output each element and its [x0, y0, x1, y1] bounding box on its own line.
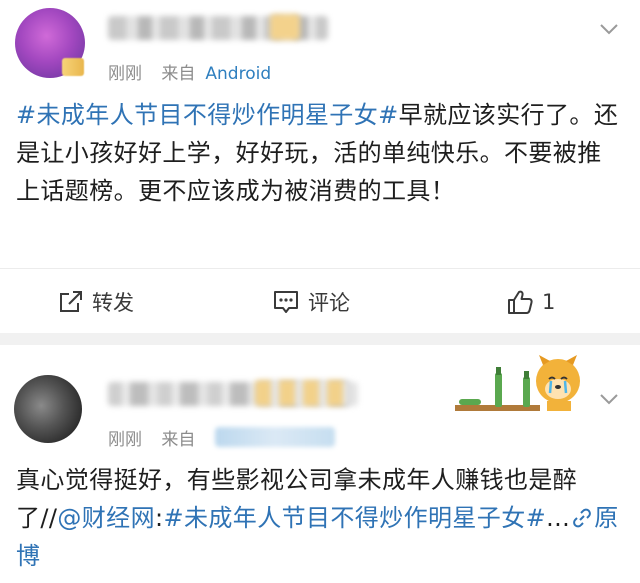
repost-label: 转发	[92, 290, 134, 315]
link-icon	[573, 508, 592, 528]
blurred-user-badge	[255, 380, 350, 406]
like-icon	[508, 290, 533, 314]
source-prefix: 来自	[161, 64, 196, 84]
topic-link[interactable]: #未成年人节目不得炒作明星子女#	[163, 504, 546, 532]
post-time: 刚刚	[108, 430, 142, 450]
blurred-user-badge	[270, 14, 300, 40]
comment-icon	[274, 290, 298, 313]
source-prefix: 来自	[161, 430, 196, 450]
repost-icon	[60, 290, 82, 312]
comment-button[interactable]: 评论	[272, 270, 350, 333]
ellipsis: ...	[546, 504, 571, 532]
like-count: 1	[542, 289, 556, 314]
blurred-post-source	[215, 427, 335, 447]
post-source: Android	[205, 64, 272, 84]
post-meta: 刚刚 来自	[108, 425, 195, 450]
chevron-down-icon[interactable]	[598, 18, 620, 40]
weibo-post-1: 刚刚 来自 Android #未成年人节目不得炒作明星子女#早就应该实行了。还是让…	[0, 0, 640, 333]
topic-link[interactable]: #未成年人节目不得炒作明星子女#	[16, 101, 399, 129]
sticker-image	[455, 355, 580, 411]
repost-button[interactable]: 转发	[58, 270, 134, 333]
post-time: 刚刚	[108, 64, 142, 84]
comment-label: 评论	[308, 290, 350, 315]
post-separator	[0, 333, 640, 345]
post-body: 真心觉得挺好，有些影视公司拿未成年人赚钱也是醉了//@财经网:#未成年人节目不得…	[16, 461, 624, 575]
divider	[0, 268, 640, 269]
chevron-down-icon[interactable]	[598, 388, 620, 410]
post-meta: 刚刚 来自 Android	[108, 59, 271, 84]
mention-link[interactable]: @财经网	[57, 504, 155, 532]
post-body: #未成年人节目不得炒作明星子女#早就应该实行了。还是让小孩好好上学，好好玩，活的…	[16, 96, 624, 210]
action-bar: 转发 评论 1	[0, 270, 640, 333]
avatar[interactable]	[14, 375, 82, 443]
verified-badge	[62, 58, 84, 76]
like-button[interactable]: 1	[506, 270, 555, 333]
